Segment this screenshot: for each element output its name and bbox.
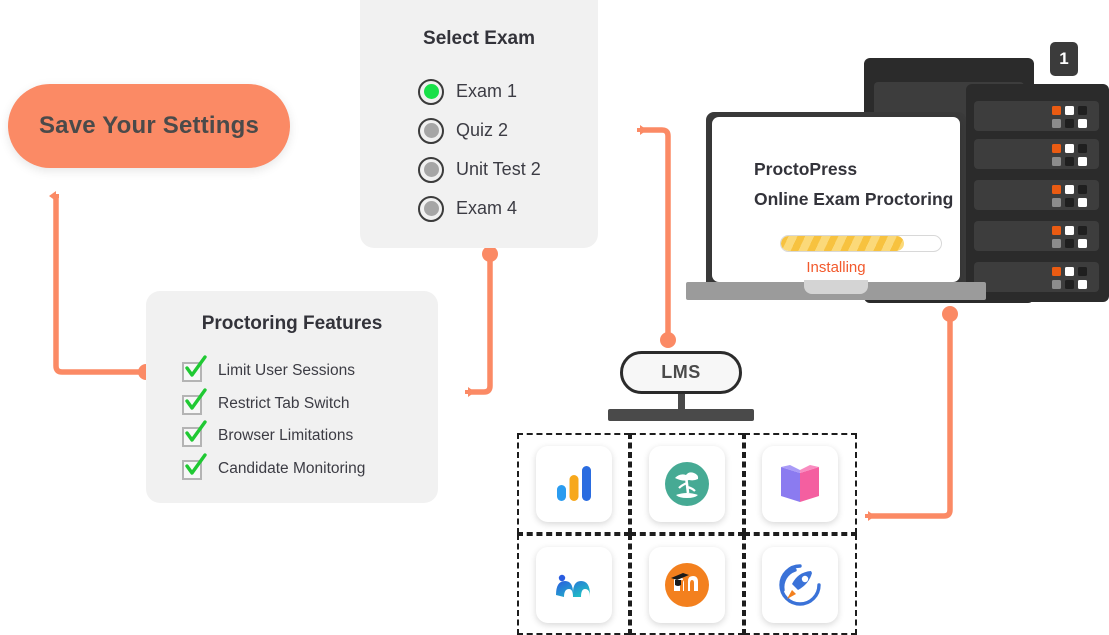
tile-cell bbox=[517, 534, 631, 635]
lms-badge[interactable]: LMS bbox=[620, 351, 742, 394]
laptop-device: ProctoPress Online Exam Proctoring Insta… bbox=[686, 112, 988, 312]
tile-rocket-app[interactable] bbox=[762, 546, 839, 623]
select-exam-title: Select Exam bbox=[423, 28, 535, 49]
server-blade bbox=[974, 180, 1099, 210]
tile-cell bbox=[630, 534, 744, 635]
select-exam-card: Select Exam Exam 1 Quiz 2 Unit Test 2 Ex… bbox=[360, 0, 598, 248]
server-leds bbox=[1052, 267, 1087, 289]
feature-item-candidate-monitoring[interactable]: Candidate Monitoring bbox=[182, 453, 438, 486]
tile-cell bbox=[743, 534, 857, 635]
feature-label: Restrict Tab Switch bbox=[218, 394, 350, 412]
tile-open-book-app[interactable] bbox=[762, 445, 839, 522]
server-leds bbox=[1052, 226, 1087, 248]
feature-label: Browser Limitations bbox=[218, 427, 354, 445]
bar-chart-icon bbox=[556, 465, 591, 501]
radio-icon bbox=[418, 195, 444, 222]
save-settings-button[interactable]: Save Your Settings bbox=[8, 84, 290, 168]
step-number-badge: 1 bbox=[1050, 42, 1078, 76]
tile-cell bbox=[743, 433, 857, 534]
checkbox-checked-icon bbox=[182, 355, 207, 383]
laptop-trackpad-notch bbox=[804, 280, 868, 294]
app-name: ProctoPress bbox=[754, 159, 858, 179]
feature-item-browser-limitations[interactable]: Browser Limitations bbox=[182, 420, 438, 453]
server-blade bbox=[974, 139, 1099, 169]
proctoring-features-list: Limit User Sessions Restrict Tab Switch … bbox=[182, 355, 438, 485]
checkbox-checked-icon bbox=[182, 453, 207, 480]
lms-connector-stem bbox=[678, 394, 685, 410]
tile-bar-chart-app[interactable] bbox=[535, 445, 612, 522]
feature-item-limit-user-sessions[interactable]: Limit User Sessions bbox=[182, 355, 438, 388]
radio-icon bbox=[418, 78, 444, 105]
exam-radio-group: Exam 1 Quiz 2 Unit Test 2 Exam 4 bbox=[418, 72, 598, 228]
radio-option-quiz-2[interactable]: Quiz 2 bbox=[418, 111, 598, 150]
radio-option-exam-1[interactable]: Exam 1 bbox=[418, 72, 598, 111]
radio-option-exam-4[interactable]: Exam 4 bbox=[418, 189, 598, 228]
server-blade bbox=[974, 221, 1099, 251]
radio-icon bbox=[418, 156, 444, 183]
tile-bonsai-tree-app[interactable] bbox=[648, 445, 725, 522]
server-leds bbox=[1052, 106, 1087, 128]
tile-moodle-app[interactable] bbox=[648, 546, 725, 623]
rocket-icon bbox=[779, 563, 822, 606]
proctoring-features-title: Proctoring Features bbox=[201, 313, 383, 334]
server-blade bbox=[974, 262, 1099, 292]
install-progress-bar bbox=[780, 235, 942, 252]
feature-label: Limit User Sessions bbox=[218, 362, 355, 380]
radio-icon bbox=[418, 117, 444, 144]
lms-label: LMS bbox=[661, 362, 701, 382]
diagram-canvas: Save Your Settings Select Exam Exam 1 Qu… bbox=[0, 0, 1109, 635]
tile-cell bbox=[630, 433, 744, 534]
radio-label: Quiz 2 bbox=[456, 120, 509, 140]
radio-label: Exam 1 bbox=[456, 81, 518, 101]
install-progress-fill bbox=[781, 236, 905, 251]
radio-label: Exam 4 bbox=[456, 198, 518, 218]
checkbox-checked-icon bbox=[182, 388, 207, 415]
bonsai-tree-icon bbox=[664, 461, 709, 506]
step-number-label: 1 bbox=[1059, 49, 1069, 68]
radio-label: Unit Test 2 bbox=[456, 159, 541, 179]
lms-app-tile-grid bbox=[517, 433, 857, 635]
feature-item-restrict-tab-switch[interactable]: Restrict Tab Switch bbox=[182, 388, 438, 421]
app-subtitle: Online Exam Proctoring bbox=[754, 189, 954, 209]
tile-wave-m-app[interactable] bbox=[535, 546, 612, 623]
moodle-icon bbox=[664, 562, 709, 607]
laptop-screen: ProctoPress Online Exam Proctoring Insta… bbox=[712, 117, 960, 282]
install-status-label: Installing bbox=[806, 259, 866, 276]
wave-m-icon bbox=[555, 574, 590, 597]
feature-label: Candidate Monitoring bbox=[218, 459, 366, 477]
server-blade bbox=[974, 101, 1099, 131]
lms-connector-bar bbox=[608, 409, 754, 421]
open-book-icon bbox=[781, 464, 820, 502]
server-leds bbox=[1052, 144, 1087, 166]
save-settings-label: Save Your Settings bbox=[38, 112, 260, 139]
tile-cell bbox=[517, 433, 631, 534]
checkbox-checked-icon bbox=[182, 420, 207, 448]
radio-option-unit-test-2[interactable]: Unit Test 2 bbox=[418, 150, 598, 189]
server-leds bbox=[1052, 185, 1087, 207]
proctoring-features-card: Proctoring Features Limit User Sessions … bbox=[146, 291, 438, 503]
